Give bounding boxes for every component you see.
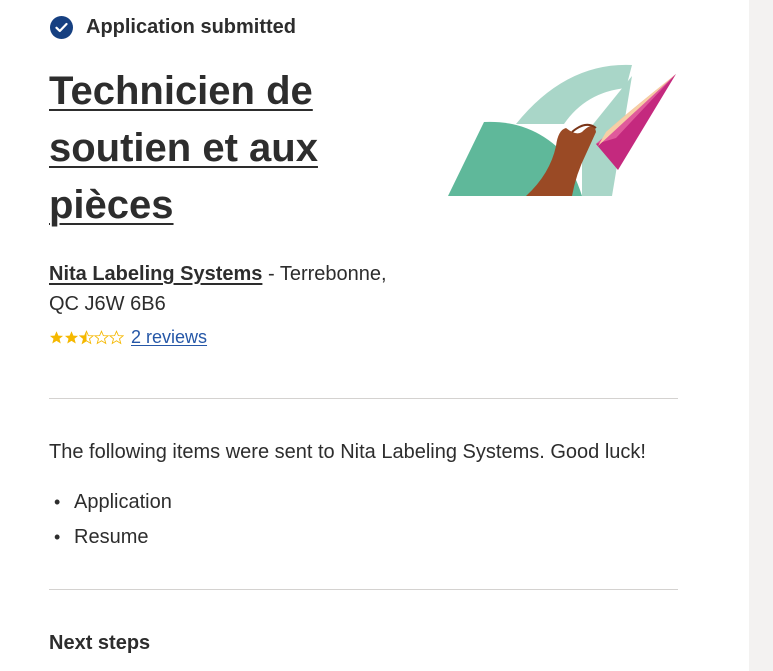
page-side-rail: [749, 0, 773, 671]
star-half-icon: [79, 329, 94, 344]
check-circle-icon: [50, 15, 73, 39]
status-text: Application submitted: [86, 15, 296, 38]
bullet: •: [54, 527, 61, 547]
star-full-icon: [64, 330, 79, 343]
reviews-link[interactable]: 2 reviews: [131, 327, 207, 348]
star-empty-icon: [109, 329, 124, 344]
star-full-icon: [49, 330, 64, 343]
sent-items-list: • Application • Resume: [54, 485, 172, 555]
job-title[interactable]: Technicien de soutien et aux pièces: [49, 63, 379, 234]
bullet: •: [54, 492, 61, 512]
list-item: • Application: [54, 485, 172, 520]
list-item: • Resume: [54, 520, 172, 555]
company-location: Nita Labeling Systems - Terrebonne, QC J…: [49, 259, 409, 319]
divider: [49, 589, 678, 590]
star-empty-icon: [94, 329, 109, 344]
list-item-label: Resume: [74, 526, 149, 548]
star-rating: [49, 329, 124, 345]
paper-plane-illustration: [446, 62, 680, 200]
list-item-label: Application: [74, 491, 172, 513]
location-separator: -: [262, 263, 280, 285]
divider: [49, 398, 678, 399]
application-confirmation-page: Application submitted Technicien de sout…: [0, 0, 773, 671]
next-steps-heading: Next steps: [49, 632, 151, 654]
items-sent-message: The following items were sent to Nita La…: [49, 441, 646, 463]
company-link[interactable]: Nita Labeling Systems: [49, 263, 262, 285]
company-rating: 2 reviews: [49, 326, 207, 348]
application-status: Application submitted: [50, 14, 296, 40]
